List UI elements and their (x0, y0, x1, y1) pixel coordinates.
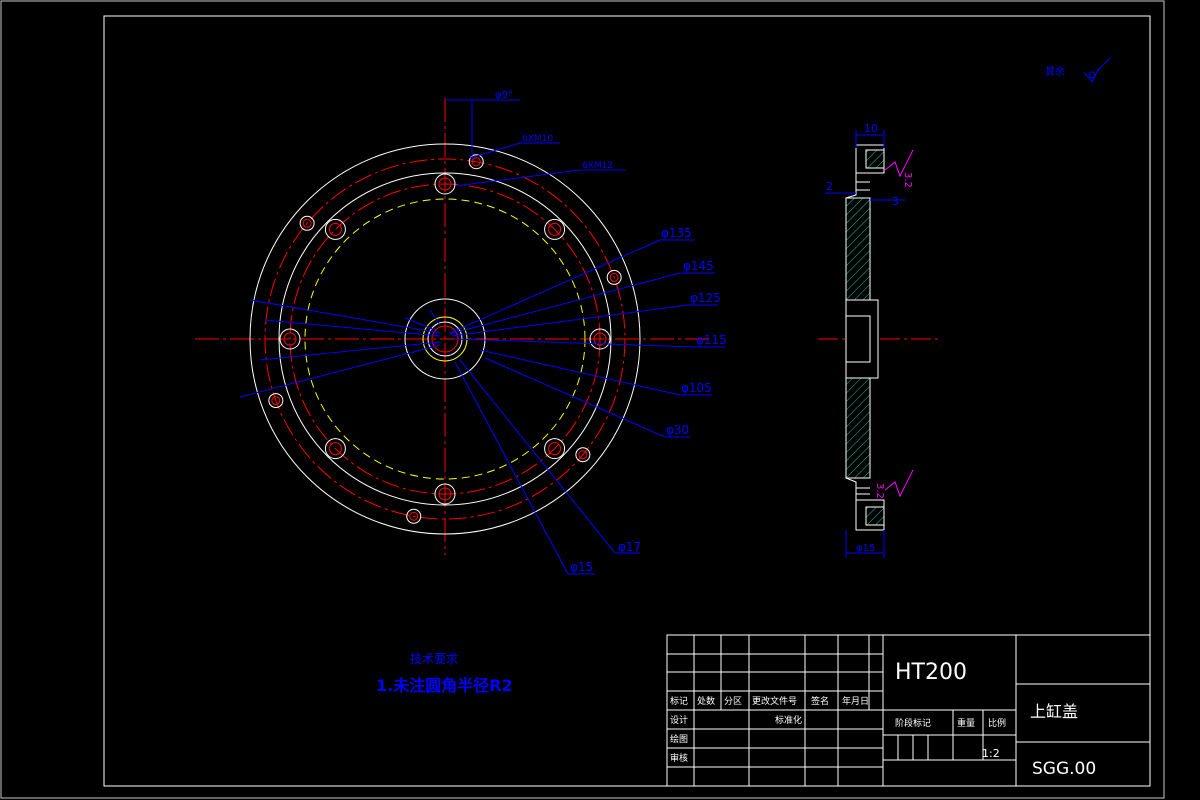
tb-drawing: 绘图 (670, 733, 688, 745)
roughness-top-value: 3.2 (902, 172, 913, 188)
tb-material: HT200 (895, 660, 967, 685)
dim-d30: φ30 (666, 423, 689, 437)
surface-finish-text: 其余 (1045, 65, 1065, 78)
dim-d145: φ145 (683, 259, 714, 273)
tb-drawing-number: SGG.00 (1032, 759, 1096, 779)
tb-mark: 标记 (670, 695, 688, 707)
roughness-bottom-value: 3.2 (874, 483, 885, 499)
tech-item-1: 1.未注圆角半径R2 (376, 676, 513, 695)
dim-d9: φ9° (495, 90, 513, 101)
tb-part-name: 上缸盖 (1030, 702, 1078, 721)
drawing-canvas: φ9° 6XM10 6XM12 φ135 φ145 φ125 φ115 φ105… (0, 0, 1200, 800)
tb-signature: 签名 (811, 695, 829, 707)
tb-count: 处数 (697, 695, 715, 707)
dim-step-right: 3 (892, 195, 899, 208)
tb-date: 年月日 (842, 695, 869, 707)
dim-d17: φ17 (618, 540, 641, 554)
dim-step-left: 2 (826, 180, 833, 193)
tb-design: 设计 (670, 714, 688, 726)
dim-d135: φ135 (661, 226, 692, 240)
dim-d125: φ125 (690, 291, 721, 305)
dim-bottom-width: φ15 (856, 543, 875, 554)
side-hub (845, 299, 879, 379)
background (0, 0, 1200, 800)
tech-heading: 技术要求 (410, 652, 458, 666)
tb-standardize: 标准化 (775, 714, 802, 726)
dim-d115: φ115 (696, 333, 727, 347)
tb-scale-value: 1:2 (982, 747, 1000, 760)
dim-d105: φ105 (681, 381, 712, 395)
tb-review: 审核 (670, 752, 688, 764)
side-top-hole (865, 149, 885, 169)
tb-stage-mark: 阶段标记 (895, 717, 931, 729)
dim-6xm10: 6XM10 (522, 134, 553, 144)
side-bottom-hole (865, 506, 885, 526)
tb-zone: 分区 (724, 696, 742, 707)
dim-top-width: 10 (864, 122, 878, 135)
dim-6xm12: 6XM12 (582, 161, 613, 171)
dim-d15: φ15 (570, 560, 593, 574)
tb-weight: 重量 (957, 717, 975, 729)
tb-scale-label: 比例 (988, 717, 1006, 729)
tb-change-doc: 更改文件号 (752, 695, 797, 707)
